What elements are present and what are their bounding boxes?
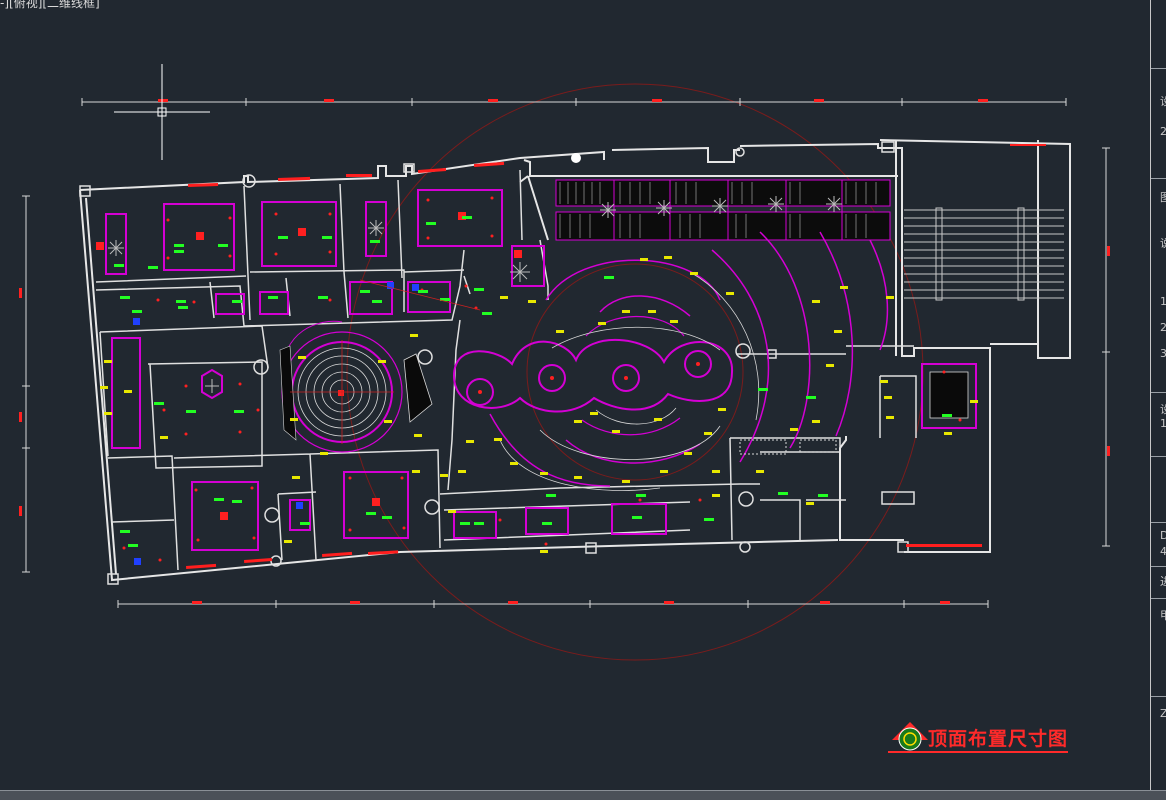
title-block-char: Z xyxy=(1160,708,1166,720)
title-block-char: 2 xyxy=(1160,126,1166,138)
title-block-char: 设 xyxy=(1160,404,1166,416)
hatched-niche xyxy=(929,371,969,419)
dark-wedge xyxy=(279,345,297,441)
dimension-lines xyxy=(19,98,1110,608)
title-block-char: 甲 xyxy=(1160,610,1166,622)
green-dimension-labels xyxy=(114,216,952,547)
title-block-char: 说 xyxy=(1160,238,1166,250)
title-block-char: 设 xyxy=(1160,96,1166,108)
title-block-char: 2 xyxy=(1160,322,1166,334)
drawing-title: 顶面布置尺寸图 xyxy=(928,728,1069,750)
hatched-niche xyxy=(799,439,837,453)
title-block-char: 进 xyxy=(1160,576,1166,588)
dome-rings xyxy=(297,271,760,491)
title-block-char: 图 xyxy=(1160,192,1166,204)
title-block-char: 3 xyxy=(1160,348,1166,360)
cad-drawing-canvas[interactable] xyxy=(0,0,1150,790)
column-filled xyxy=(571,153,581,163)
title-block-panel: 设 2 图 说 1 2 3 设 1 D 4 进 甲 Z xyxy=(1150,0,1166,790)
title-block-char: D xyxy=(1160,530,1166,542)
stair-hatch xyxy=(904,207,1064,301)
title-block-char: 1 xyxy=(1160,418,1166,430)
title-block-char: 4 xyxy=(1160,546,1166,558)
title-block-char: 1 xyxy=(1160,296,1166,308)
ucs-crosshair-icon xyxy=(114,64,210,160)
red-strip-lights xyxy=(185,144,1046,569)
